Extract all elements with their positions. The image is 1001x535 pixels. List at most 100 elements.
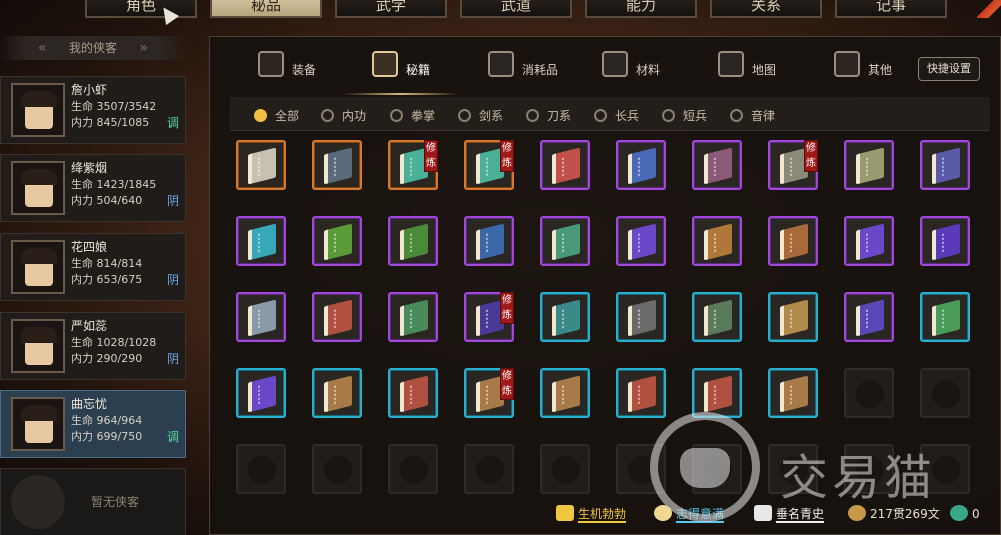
- character-hp: 生命 1423/1845: [71, 178, 157, 191]
- manual-item-slot[interactable]: [768, 292, 818, 342]
- manual-item-slot[interactable]: [616, 368, 666, 418]
- vitality-label: 生机勃勃: [578, 507, 627, 523]
- manual-item-slot[interactable]: [920, 140, 970, 190]
- manual-item-slot[interactable]: [844, 140, 894, 190]
- manual-item-slot[interactable]: 修炼: [464, 368, 514, 418]
- manual-item-slot[interactable]: [768, 216, 818, 266]
- manual-item-slot[interactable]: [692, 292, 742, 342]
- manual-item-slot[interactable]: 修炼: [464, 140, 514, 190]
- manual-item-slot[interactable]: 修炼: [464, 292, 514, 342]
- character-hp: 生命 1028/1028: [71, 336, 157, 349]
- empty-inventory-slot[interactable]: [312, 444, 362, 494]
- filter-all[interactable]: 全部: [254, 107, 299, 123]
- tab-others[interactable]: 其他: [834, 37, 924, 95]
- tab-journal[interactable]: 记事: [835, 0, 947, 18]
- radio-icon: [390, 109, 403, 122]
- filter-short-weapon[interactable]: 短兵: [662, 107, 707, 123]
- empty-inventory-slot[interactable]: [464, 444, 514, 494]
- manual-item-slot[interactable]: [540, 140, 590, 190]
- manual-item-slot[interactable]: [844, 292, 894, 342]
- character-name: 严如蕊: [71, 319, 108, 333]
- manual-item-slot[interactable]: 修炼: [388, 140, 438, 190]
- manual-item-slot[interactable]: [388, 216, 438, 266]
- manual-item-slot[interactable]: [616, 292, 666, 342]
- avatar: [11, 83, 65, 137]
- tab-label: 材料: [636, 63, 661, 77]
- filter-sword[interactable]: 剑系: [458, 107, 503, 123]
- manual-item-slot[interactable]: [920, 216, 970, 266]
- manual-item-slot[interactable]: [312, 140, 362, 190]
- book-icon: [324, 299, 352, 337]
- manual-item-slot[interactable]: [236, 368, 286, 418]
- manual-item-slot[interactable]: [692, 368, 742, 418]
- manual-item-slot[interactable]: [920, 292, 970, 342]
- empty-slot-icon: [400, 456, 428, 484]
- character-mp: 内力 699/750: [71, 430, 143, 443]
- corner-ornament-icon: [977, 0, 1001, 18]
- tab-martial-way[interactable]: 武道: [460, 0, 572, 18]
- manual-item-slot[interactable]: [540, 368, 590, 418]
- manual-item-slot[interactable]: [236, 140, 286, 190]
- empty-inventory-slot[interactable]: [920, 368, 970, 418]
- manual-item-slot[interactable]: [236, 292, 286, 342]
- filter-label: 内功: [342, 109, 367, 123]
- book-icon: [324, 223, 352, 261]
- manual-item-slot[interactable]: [236, 216, 286, 266]
- filter-fist[interactable]: 拳掌: [390, 107, 435, 123]
- manual-item-slot[interactable]: [768, 368, 818, 418]
- book-icon: [780, 223, 808, 261]
- empty-slot-label: 暂无侠客: [91, 495, 140, 509]
- manual-item-slot[interactable]: [388, 292, 438, 342]
- empty-inventory-slot[interactable]: [540, 444, 590, 494]
- manual-item-slot[interactable]: [692, 216, 742, 266]
- empty-slot-icon: [324, 456, 352, 484]
- character-card[interactable]: 花四娘 生命 814/814 内力 653/675 阴: [0, 233, 186, 301]
- manual-item-slot[interactable]: [312, 292, 362, 342]
- manual-item-slot[interactable]: [616, 216, 666, 266]
- book-icon: [400, 375, 428, 413]
- book-icon: [552, 147, 580, 185]
- manual-item-slot[interactable]: [312, 368, 362, 418]
- tab-items[interactable]: 秘品: [210, 0, 322, 18]
- quick-settings-button[interactable]: 快捷设置: [918, 57, 980, 81]
- tab-materials[interactable]: 材料: [602, 37, 692, 95]
- character-hp: 生命 814/814: [71, 257, 143, 270]
- empty-inventory-slot[interactable]: [388, 444, 438, 494]
- filter-music[interactable]: 音律: [730, 107, 775, 123]
- character-card[interactable]: 严如蕊 生命 1028/1028 内力 290/290 阴: [0, 312, 186, 380]
- chevron-left-icon[interactable]: «: [38, 36, 47, 60]
- empty-inventory-slot[interactable]: [236, 444, 286, 494]
- manual-item-slot[interactable]: [388, 368, 438, 418]
- character-card[interactable]: 绛紫烟 生命 1423/1845 内力 504/640 阴: [0, 154, 186, 222]
- manual-item-slot[interactable]: [312, 216, 362, 266]
- tab-maps[interactable]: 地图: [718, 37, 808, 95]
- book-icon: [248, 223, 276, 261]
- tab-ability[interactable]: 能力: [585, 0, 697, 18]
- manual-item-slot[interactable]: 修炼: [768, 140, 818, 190]
- manual-item-slot[interactable]: [464, 216, 514, 266]
- manual-item-slot[interactable]: [844, 216, 894, 266]
- manual-item-slot[interactable]: [616, 140, 666, 190]
- manual-item-slot[interactable]: [540, 292, 590, 342]
- top-tab-bar: 角色 秘品 武学 武道 能力 关系 记事: [0, 0, 1001, 26]
- filter-long-weapon[interactable]: 长兵: [594, 107, 639, 123]
- empty-inventory-slot[interactable]: [844, 368, 894, 418]
- character-card-selected[interactable]: 曲忘忧 生命 964/964 内力 699/750 调: [0, 390, 186, 458]
- potion-icon: [488, 51, 514, 77]
- manual-item-slot[interactable]: [692, 140, 742, 190]
- character-card[interactable]: 詹小虾 生命 3507/3542 内力 845/1085 调: [0, 76, 186, 144]
- filter-neigong[interactable]: 内功: [321, 107, 366, 123]
- tab-relations[interactable]: 关系: [710, 0, 822, 18]
- filter-blade[interactable]: 刀系: [526, 107, 571, 123]
- tab-consumables[interactable]: 消耗品: [488, 37, 578, 95]
- chevron-right-icon[interactable]: »: [139, 36, 148, 60]
- watermark-text: 交易猫: [780, 450, 937, 506]
- manual-item-slot[interactable]: [540, 216, 590, 266]
- book-icon: [932, 223, 960, 261]
- book-icon: [248, 375, 276, 413]
- tab-martial-arts[interactable]: 武学: [335, 0, 447, 18]
- tab-character[interactable]: 角色: [85, 0, 197, 18]
- tab-manuals[interactable]: 秘籍: [372, 37, 462, 95]
- character-hp: 生命 3507/3542: [71, 100, 157, 113]
- tab-equipment[interactable]: 装备: [258, 37, 348, 95]
